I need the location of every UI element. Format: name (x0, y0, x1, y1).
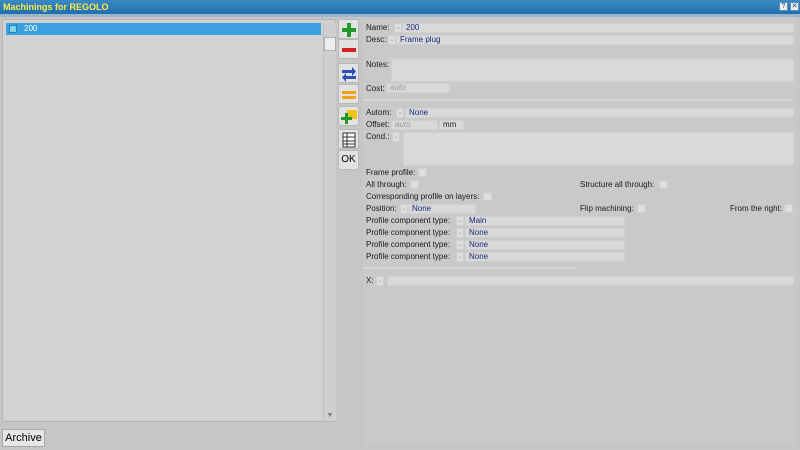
profile-component-field[interactable]: Main (465, 216, 625, 226)
frame-profile-checkbox[interactable] (418, 168, 427, 177)
help-button[interactable]: ? (779, 2, 788, 11)
from-right-checkbox[interactable] (784, 204, 793, 213)
name-dropdown-icon[interactable]: ⌄ (394, 23, 402, 33)
name-field[interactable]: 200 (402, 23, 794, 33)
window-title: Machinings for REGOLO (3, 2, 109, 12)
desc-field[interactable]: Frame plug (396, 35, 794, 45)
scroll-down-icon[interactable]: ▼ (324, 411, 336, 421)
table-icon (342, 132, 356, 148)
profile-component-field[interactable]: None (465, 240, 625, 250)
cond-field[interactable] (403, 132, 794, 166)
all-through-checkbox[interactable] (410, 180, 419, 189)
red-minus-icon (342, 48, 356, 52)
flip-machining-checkbox[interactable] (637, 204, 646, 213)
profile-component-dropdown-icon[interactable]: ⌄ (456, 252, 464, 262)
frame-profile-label: Frame profile: (366, 168, 416, 177)
position-label: Position: (366, 204, 397, 213)
autom-label: Autom: (366, 108, 392, 117)
x-label: X: (366, 276, 374, 285)
position-field[interactable]: None (408, 204, 476, 214)
profile-component-field[interactable]: None (465, 252, 625, 262)
blue-arrows-icon (342, 67, 356, 82)
autom-field[interactable]: None (405, 108, 794, 118)
structure-all-through-label: Structure all through: (580, 180, 655, 189)
profile-component-label: Profile component type: (366, 216, 451, 225)
all-through-label: All through: (366, 180, 407, 189)
green-plus-icon (342, 23, 356, 37)
separator (363, 267, 576, 269)
x-dropdown-icon[interactable]: ⌄ (376, 276, 384, 286)
add-button[interactable] (338, 19, 359, 39)
profile-component-dropdown-icon[interactable]: ⌄ (456, 228, 464, 238)
offset-label: Offset: (366, 120, 390, 129)
cond-dropdown-icon[interactable]: ⌄ (392, 132, 400, 142)
separator (363, 99, 793, 101)
archive-button[interactable]: Archive (2, 429, 45, 447)
cost-field[interactable]: auto (386, 83, 450, 93)
name-label: Name: (366, 23, 390, 32)
structure-all-through-checkbox[interactable] (659, 180, 668, 189)
desc-label: Desc: (366, 35, 387, 44)
list-scrollbar[interactable]: ▼ (323, 23, 336, 421)
notes-field[interactable] (391, 58, 794, 82)
from-right-label: From the right: (730, 204, 783, 213)
close-icon[interactable]: ✕ (790, 2, 799, 11)
cell-icon (9, 25, 17, 33)
notes-label: Notes: (366, 60, 390, 69)
table-button[interactable] (338, 129, 359, 149)
profile-component-label: Profile component type: (366, 228, 451, 237)
list-item-label: 200 (24, 24, 38, 33)
profile-component-dropdown-icon[interactable]: ⌄ (456, 240, 464, 250)
plus-copy-icon (341, 110, 357, 124)
autom-dropdown-icon[interactable]: ⌄ (396, 108, 404, 118)
position-dropdown-icon[interactable]: ⌄ (400, 204, 408, 214)
cond-label: Cond.: (366, 132, 390, 141)
title-strip (0, 14, 800, 17)
profile-component-field[interactable]: None (465, 228, 625, 238)
machinings-list[interactable]: 200 ▼ (2, 19, 336, 422)
scroll-thumb[interactable] (324, 37, 336, 51)
corresponding-profile-label: Corresponding profile on layers: (366, 192, 480, 201)
list-item[interactable]: 200 (6, 23, 321, 35)
profile-component-label: Profile component type: (366, 252, 451, 261)
flip-machining-label: Flip machining: (580, 204, 634, 213)
title-bar: Machinings for REGOLO ? ✕ (0, 0, 800, 14)
x-field[interactable] (387, 276, 794, 286)
desc-dropdown-icon[interactable]: ⌄ (388, 35, 396, 45)
offset-unit: mm (439, 120, 464, 130)
cost-label: Cost: (366, 84, 385, 93)
profile-component-label: Profile component type: (366, 240, 451, 249)
swap-button[interactable] (338, 63, 359, 83)
ok-button[interactable]: OK (338, 150, 359, 170)
add-copy-button[interactable] (338, 106, 359, 126)
offset-field[interactable]: auto (391, 120, 438, 130)
corresponding-profile-checkbox[interactable] (483, 192, 492, 201)
machining-form: Name: ⌄ 200 Desc: ⌄ Frame plug Notes: Co… (363, 19, 797, 446)
orange-equal-icon (342, 91, 356, 99)
delete-button[interactable] (338, 39, 359, 59)
profile-component-dropdown-icon[interactable]: ⌄ (456, 216, 464, 226)
equal-button[interactable] (338, 84, 359, 104)
